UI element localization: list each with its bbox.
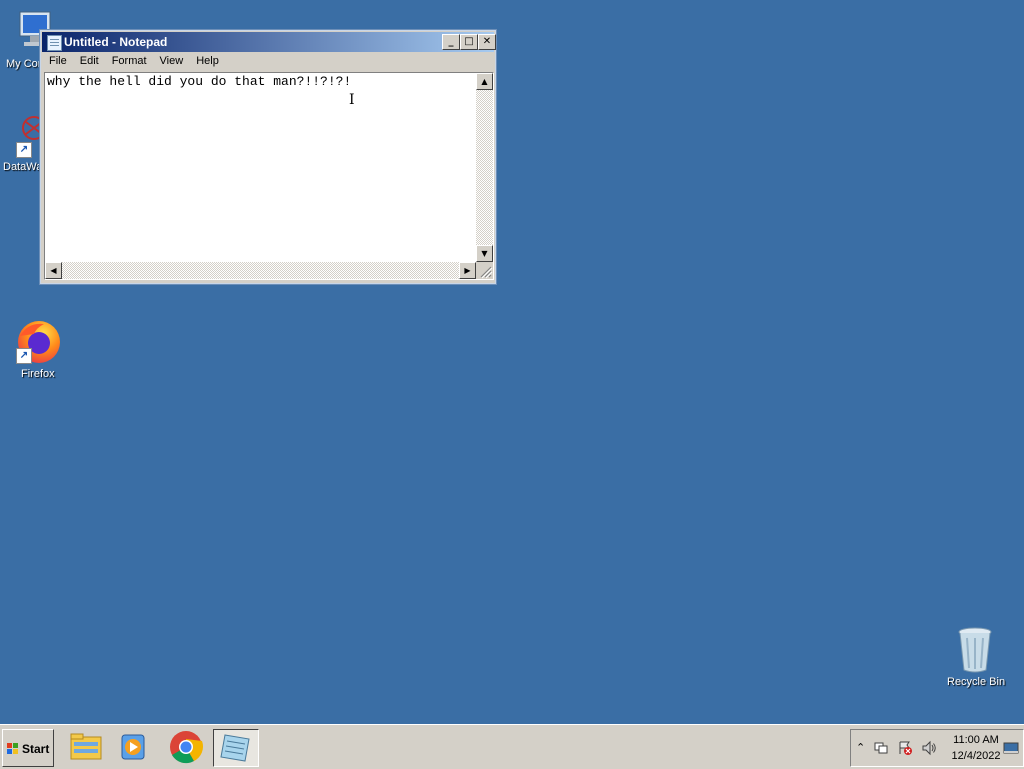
taskbar-app-file-explorer[interactable]: [64, 729, 108, 765]
maximize-button[interactable]: □: [460, 34, 478, 50]
windows-logo-icon: [6, 742, 20, 759]
recycle-bin-shortcut[interactable]: Recycle Bin: [946, 624, 1006, 690]
clock-time[interactable]: 11:00 AM: [951, 734, 1001, 746]
scroll-down-button[interactable]: ▼: [476, 245, 493, 262]
scroll-left-button[interactable]: ◀: [45, 262, 62, 279]
scroll-right-button[interactable]: ▶: [459, 262, 476, 279]
minimize-button[interactable]: _: [442, 34, 460, 50]
notepad-icon: [220, 734, 250, 762]
shortcut-arrow-icon: ↗: [16, 348, 32, 364]
network-icon[interactable]: [873, 740, 889, 756]
resize-grip[interactable]: [476, 262, 493, 279]
system-tray: ⌃ 11:00 AM 12/4/2022: [850, 729, 1024, 767]
editor-content[interactable]: why the hell did you do that man?!!?!?!: [47, 74, 351, 89]
desktop-icon-label: Firefox: [21, 368, 55, 380]
start-button[interactable]: Start: [2, 729, 54, 767]
taskbar-app-chrome[interactable]: [164, 729, 208, 765]
notepad-icon: [47, 35, 62, 51]
start-label: Start: [22, 742, 50, 756]
menu-edit[interactable]: Edit: [73, 53, 105, 67]
resize-grip-icon: [480, 266, 493, 279]
taskbar-app-media-player[interactable]: [113, 729, 157, 765]
show-desktop-icon[interactable]: [1003, 740, 1019, 756]
taskbar-app-notepad[interactable]: [213, 729, 259, 767]
clock-date[interactable]: 12/4/2022: [948, 750, 1004, 762]
chrome-icon: [170, 731, 204, 764]
action-center-icon[interactable]: [897, 740, 913, 756]
taskbar: Start ⌃ 11:00 AM 12/4/2022: [0, 724, 1024, 769]
menu-help[interactable]: Help: [189, 53, 225, 67]
title-bar[interactable]: Untitled - Notepad _ □ ✕: [42, 32, 496, 52]
firefox-shortcut[interactable]: ↗ Firefox: [14, 316, 64, 382]
text-cursor-icon: I: [349, 92, 355, 108]
window-title: Untitled - Notepad: [64, 35, 168, 49]
horizontal-scrollbar[interactable]: ◀ ▶: [45, 262, 476, 279]
menu-bar: File Edit Format View Help: [42, 53, 494, 71]
vertical-scrollbar[interactable]: ▲ ▼: [476, 73, 493, 262]
text-editor[interactable]: why the hell did you do that man?!!?!?! …: [44, 72, 494, 280]
recycle-bin-icon: [958, 627, 992, 673]
desktop-icon-label: Recycle Bin: [947, 676, 1006, 688]
menu-view[interactable]: View: [153, 53, 190, 67]
file-explorer-icon: [70, 733, 102, 760]
volume-icon[interactable]: [921, 740, 937, 756]
close-button[interactable]: ✕: [478, 34, 496, 50]
shortcut-arrow-icon: ↗: [16, 142, 32, 158]
desktop-icon-label: DataWa: [3, 161, 43, 173]
media-player-icon: [121, 734, 145, 760]
menu-format[interactable]: Format: [105, 53, 153, 67]
show-hidden-icons-icon[interactable]: ⌃: [856, 741, 865, 754]
menu-file[interactable]: File: [42, 53, 73, 67]
scroll-up-button[interactable]: ▲: [476, 73, 493, 90]
notepad-window[interactable]: Untitled - Notepad _ □ ✕ File Edit Format V…: [39, 29, 497, 285]
